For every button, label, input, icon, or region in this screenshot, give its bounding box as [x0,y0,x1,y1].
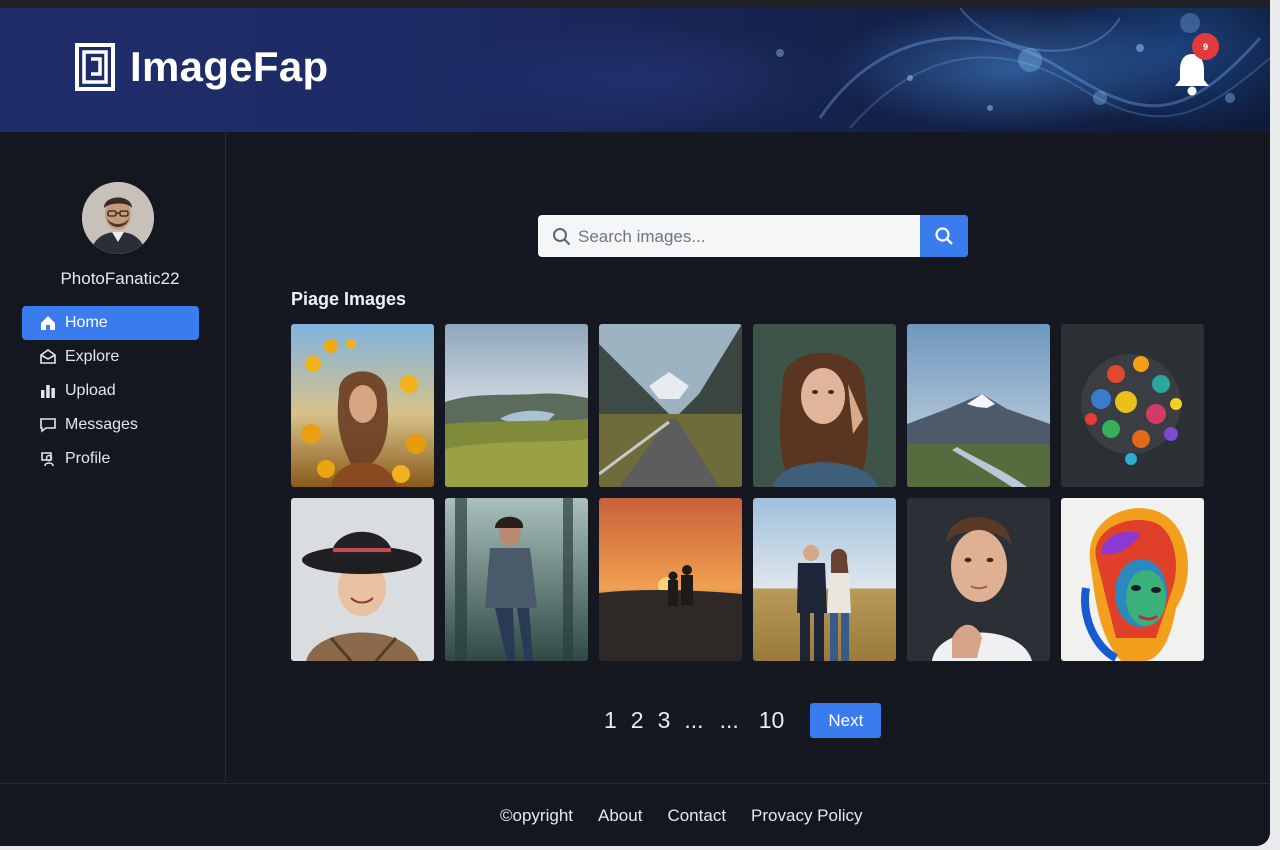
image-thumb[interactable] [907,498,1050,661]
sidebar-nav: Home Explore Upload Messages Profile [22,306,199,476]
next-page-button[interactable]: Next [810,703,882,738]
footer-link-about[interactable]: About [598,806,642,826]
app-window: ImageFap 9 PhotoFanatic22 Home Explore U… [0,0,1270,846]
image-thumb[interactable] [753,324,896,487]
sidebar: PhotoFanatic22 Home Explore Upload Messa… [0,132,226,782]
image-thumb[interactable] [445,498,588,661]
page-ellipsis: ... [719,707,739,733]
image-thumb[interactable] [599,498,742,661]
upload-icon [41,385,55,398]
image-rainbow-face-art [1061,498,1204,661]
page-1[interactable]: 1 [604,707,617,734]
image-thumb[interactable] [753,498,896,661]
search-input[interactable] [576,215,920,257]
sidebar-item-profile[interactable]: Profile [22,442,199,476]
image-thumb[interactable] [1061,324,1204,487]
image-woman-portrait [753,324,896,487]
username: PhotoFanatic22 [60,269,180,288]
profile-icon [41,452,54,467]
logo-icon [75,43,115,91]
image-man-portrait [907,498,1050,661]
page-10[interactable]: 10 [759,707,785,734]
messages-icon [40,418,56,433]
image-thumb[interactable] [291,498,434,661]
sidebar-item-label: Home [65,314,108,331]
gallery-title: Piage Images [291,289,407,309]
image-thumb[interactable] [1061,498,1204,661]
page-3[interactable]: 3 [658,707,671,734]
avatar[interactable] [82,182,154,254]
image-girl-in-hat [291,498,434,661]
sidebar-item-home[interactable]: Home [22,306,199,340]
image-woman-in-sunflowers [291,324,434,487]
image-couple-in-field [753,498,896,661]
sidebar-item-explore[interactable]: Explore [22,340,199,374]
image-snowy-mountain-stream [907,324,1050,487]
app-name: ImageFap [130,43,329,90]
search-button[interactable] [920,215,968,257]
sidebar-item-label: Messages [65,416,138,433]
sidebar-item-label: Profile [65,450,111,467]
image-thumb[interactable] [445,324,588,487]
sidebar-item-label: Explore [65,348,120,365]
image-river-valley-landscape [445,324,588,487]
sidebar-item-label: Upload [65,382,116,399]
footer: ©opyright About Contact Provacy Policy [0,783,1270,846]
image-grid [291,324,1211,674]
window-top-strip [0,0,1270,8]
image-sunset-couple [599,498,742,661]
search-icon [553,228,571,246]
image-thumb[interactable] [599,324,742,487]
sidebar-item-upload[interactable]: Upload [22,374,199,408]
footer-link-contact[interactable]: Contact [667,806,726,826]
image-thumb[interactable] [291,324,434,487]
logo[interactable]: ImageFap [74,42,328,92]
footer-links: ©opyright About Contact Provacy Policy [500,806,863,826]
avatar-image [82,182,154,254]
notification-badge: 9 [1192,33,1219,60]
pagination: 1 2 3 ... ... 10 Next [604,703,882,738]
image-mountain-road [599,324,742,487]
search-bar [538,215,968,257]
header-banner: ImageFap [0,8,1270,132]
image-thumb[interactable] [907,324,1050,487]
window-right-edge [1270,0,1280,850]
image-man-in-forest [445,498,588,661]
footer-link-privacy-policy[interactable]: Provacy Policy [751,806,862,826]
home-icon [41,316,55,330]
explore-icon [40,349,56,364]
image-colorful-paint-splash [1061,324,1204,487]
main-content: Piage Images [226,132,1270,782]
page-2[interactable]: 2 [631,707,644,734]
search-icon [935,227,953,245]
page-ellipsis: ... [684,707,704,733]
footer-link-copyright[interactable]: ©opyright [500,806,573,826]
sidebar-item-messages[interactable]: Messages [22,408,199,442]
